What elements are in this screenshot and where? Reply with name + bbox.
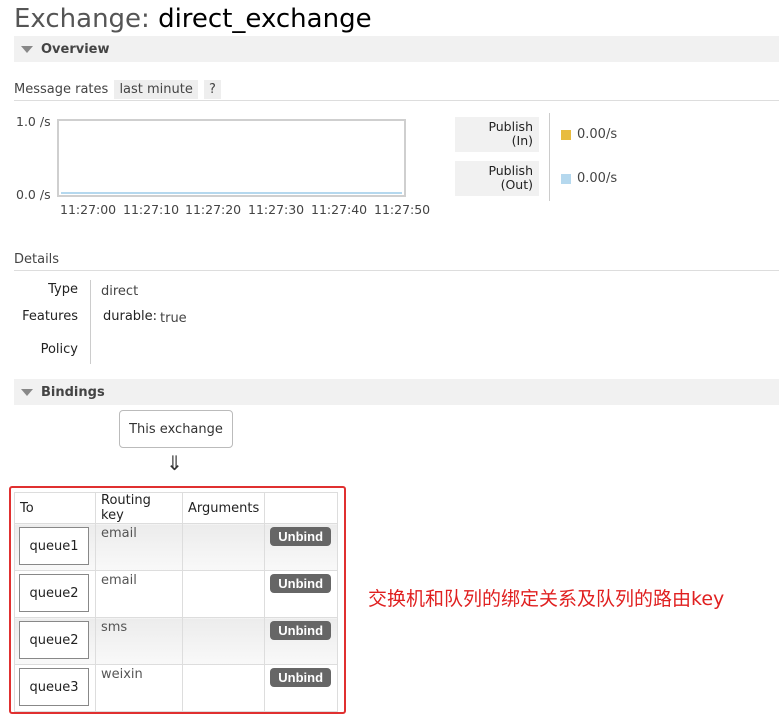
arguments-cell: [181, 617, 266, 665]
details-heading: Details: [14, 252, 779, 271]
legend-line2: (Out): [500, 177, 533, 192]
table-row: queue2 sms Unbind: [14, 617, 338, 665]
legend-swatch-publish-in: [561, 130, 571, 140]
y-tick-label: 1.0 /s: [16, 114, 51, 129]
x-tick-label: 11:27:00: [60, 202, 117, 217]
y-tick-label: 0.0 /s: [16, 187, 51, 202]
legend-line1: Publish: [488, 163, 533, 178]
collapse-triangle-icon: [21, 388, 33, 396]
type-value: direct: [101, 284, 139, 299]
column-header-routing-key: Routing key: [95, 492, 183, 524]
this-exchange-box: This exchange: [119, 410, 233, 448]
x-tick-label: 11:27:20: [185, 202, 242, 217]
message-rates-label: Message rates: [14, 82, 109, 97]
page-title: Exchange: direct_exchange: [14, 4, 372, 34]
legend-divider: [549, 113, 550, 201]
queue-link[interactable]: queue2: [19, 574, 89, 612]
unbind-button[interactable]: Unbind: [270, 574, 332, 593]
legend-line2: (In): [511, 133, 533, 148]
arguments-cell: [181, 664, 266, 712]
bindings-section-toggle[interactable]: Bindings: [14, 379, 779, 405]
table-row: queue3 weixin Unbind: [14, 664, 338, 712]
unbind-button[interactable]: Unbind: [270, 621, 332, 640]
legend-value-publish-in: 0.00/s: [577, 127, 618, 142]
annotation-text: 交换机和队列的绑定关系及队列的路由key: [368, 588, 725, 610]
queue-link[interactable]: queue3: [19, 668, 89, 706]
table-row: queue2 email Unbind: [14, 570, 338, 618]
unbind-button[interactable]: Unbind: [270, 527, 332, 546]
message-rates-header: Message rates last minute ?: [14, 80, 779, 101]
legend-label-publish-in: Publish (In): [455, 117, 539, 152]
overview-section-toggle[interactable]: Overview: [14, 36, 779, 62]
details-divider: [90, 280, 91, 364]
routing-key-cell: weixin: [101, 667, 143, 682]
table-row: queue1 email Unbind: [14, 523, 338, 571]
legend-value-publish-out: 0.00/s: [577, 171, 618, 186]
x-tick-label: 11:27:10: [123, 202, 180, 217]
durable-key: durable:: [103, 309, 158, 324]
unbind-button[interactable]: Unbind: [270, 668, 332, 687]
details-heading-label: Details: [14, 252, 60, 267]
x-tick-label: 11:27:30: [248, 202, 305, 217]
bindings-section-label: Bindings: [41, 384, 105, 400]
column-header-arguments: Arguments: [181, 492, 266, 524]
routing-key-cell: email: [101, 526, 137, 541]
legend-label-publish-out: Publish (Out): [455, 161, 539, 196]
column-header-actions: [264, 492, 338, 524]
legend-line1: Publish: [488, 119, 533, 134]
x-tick-label: 11:27:40: [311, 202, 368, 217]
this-exchange-label: This exchange: [129, 421, 223, 437]
bindings-table: To Routing key Arguments queue1 email Un…: [14, 492, 338, 712]
column-header-to: To: [14, 492, 96, 524]
range-selector[interactable]: last minute: [114, 80, 198, 99]
table-header-row: To Routing key Arguments: [14, 492, 338, 524]
queue-link[interactable]: queue1: [19, 527, 89, 565]
legend-swatch-publish-out: [561, 174, 571, 184]
series-line-publish-out: [61, 192, 402, 194]
durable-value: true: [160, 311, 187, 326]
features-key: Features: [22, 309, 78, 324]
policy-key: Policy: [40, 342, 78, 357]
routing-key-cell: email: [101, 573, 137, 588]
collapse-triangle-icon: [21, 45, 33, 53]
exchange-name: direct_exchange: [158, 4, 372, 34]
routing-key-cell: sms: [101, 620, 128, 635]
arguments-cell: [181, 523, 266, 571]
message-rates-chart: [57, 119, 406, 197]
down-arrow-icon: ⇓: [166, 451, 183, 475]
x-tick-label: 11:27:50: [374, 202, 431, 217]
help-button[interactable]: ?: [204, 80, 221, 99]
queue-link[interactable]: queue2: [19, 621, 89, 659]
title-prefix: Exchange:: [14, 4, 150, 34]
arguments-cell: [181, 570, 266, 618]
overview-section-label: Overview: [41, 41, 110, 57]
type-key: Type: [48, 282, 78, 297]
